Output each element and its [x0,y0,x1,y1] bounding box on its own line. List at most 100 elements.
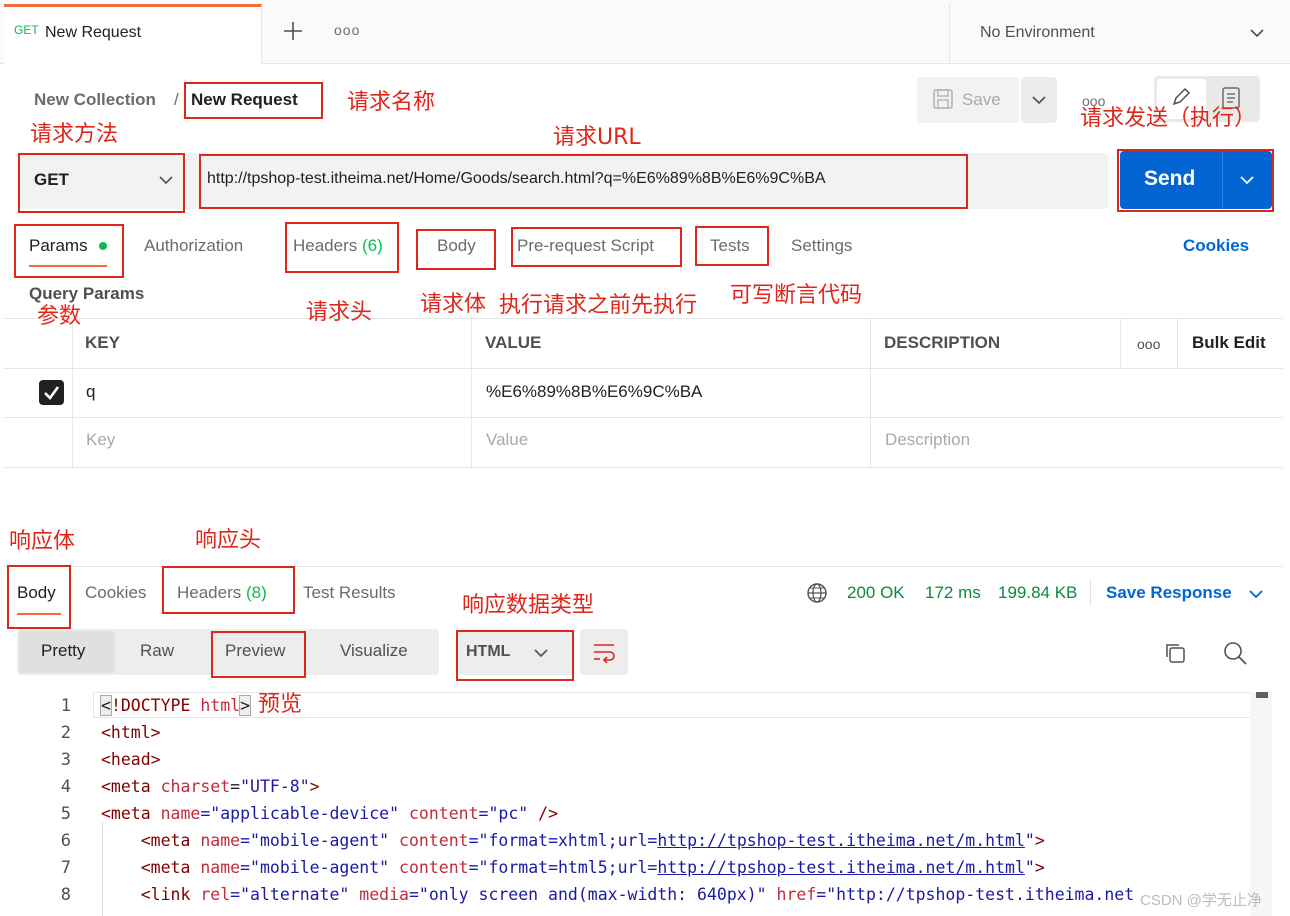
table-divider [1177,318,1178,368]
code-token: ="only screen and(max-width: 640px)" [408,885,777,904]
code-line: <!DOCTYPE html> [100,695,252,716]
code-token: <meta [101,777,161,796]
code-token: " [1024,858,1035,877]
code-token: content [399,858,469,877]
response-size[interactable]: 199.84 KB [998,583,1077,603]
response-status[interactable]: 200 OK [847,583,905,603]
view-mode-visualize[interactable]: Visualize [340,641,408,661]
watermark: CSDN @学无止净 [1140,892,1262,909]
code-token: > [239,695,252,716]
status-divider [1090,580,1091,606]
code-token: " [1024,831,1035,850]
line-number: 4 [60,777,71,797]
code-scrollbar[interactable] [1250,692,1272,916]
annotation-label: 响应头 [195,528,262,553]
code-token: ="pc" [478,804,529,823]
breadcrumb-separator: / [174,90,179,109]
param-key[interactable]: q [86,382,95,402]
code-line: <link rel="alternate" media="only screen… [101,885,1134,904]
line-number: 2 [60,723,71,743]
code-link[interactable]: http://tpshop-test.itheima.net/m.html [657,831,1025,850]
annotation-label: 请求URL [553,125,641,150]
annotation-box [511,227,682,267]
globe-icon[interactable] [806,582,828,604]
annotation-label: 请求体 [420,292,487,317]
code-token: <link [101,885,201,904]
code-line: <meta name="applicable-device" content="… [101,804,558,823]
annotation-box [184,82,323,119]
code-token: > [1034,831,1045,850]
column-header-description: DESCRIPTION [884,333,1001,352]
code-link[interactable]: http://tpshop-test.itheima.net/m.html [657,858,1025,877]
request-tab-method: GET [14,23,39,37]
checkmark-icon [44,386,60,400]
annotation-label: 预览 [258,692,303,717]
more-tabs-icon[interactable]: ooo [334,22,360,38]
line-number: 8 [60,885,71,905]
response-tab-test-results[interactable]: Test Results [303,583,396,603]
code-token: content [408,804,479,823]
code-token: name [160,804,201,823]
wrap-lines-icon [594,644,615,663]
annotation-label: 请求方法 [30,122,119,147]
line-number: 1 [60,696,71,716]
view-mode-pretty[interactable]: Pretty [41,641,85,661]
code-token: <meta [101,831,201,850]
code-token: html [200,696,241,715]
copy-icon[interactable] [1163,641,1187,665]
breadcrumb-collection[interactable]: New Collection [34,90,156,110]
line-number: 6 [60,831,71,851]
annotation-box [416,229,496,270]
bulk-edit-button[interactable]: Bulk Edit [1192,333,1266,353]
annotation-label: 参数 [37,304,82,329]
table-divider [4,368,1283,369]
code-token: ="mobile-agent" [240,831,400,850]
column-header-value: VALUE [485,333,542,352]
annotation-box [695,226,769,266]
new-param-value-input[interactable]: Value [486,430,528,450]
view-mode-raw[interactable]: Raw [140,641,174,661]
code-token: ="format=html5;url= [468,858,658,877]
response-time[interactable]: 172 ms [925,583,981,603]
code-token: rel [200,885,231,904]
code-scrollbar-thumb[interactable] [1256,692,1268,698]
code-token: ="applicable-device" [200,804,409,823]
request-tab-title: New Request [45,24,142,41]
chevron-down-icon [1250,29,1264,38]
plus-icon[interactable] [282,20,304,42]
tab-settings[interactable]: Settings [791,236,852,256]
new-param-key-input[interactable]: Key [86,430,115,450]
annotation-label: 响应数据类型 [462,593,595,618]
response-tab-cookies[interactable]: Cookies [85,583,146,603]
code-token: <head> [101,750,161,769]
code-token: <meta [101,858,201,877]
new-param-description-input[interactable]: Description [885,430,970,450]
annotation-box [199,154,968,209]
annotation-label: 请求发送（执行） [1080,106,1257,131]
annotation-box [7,565,71,629]
code-line: <head> [101,750,161,769]
tab-authorization[interactable]: Authorization [144,236,243,256]
save-response-button[interactable]: Save Response [1106,583,1232,603]
table-divider [471,318,472,468]
code-token: media [359,885,409,904]
code-line: <meta charset="UTF-8"> [101,777,320,796]
code-line: <meta name="mobile-agent" content="forma… [101,858,1045,877]
search-icon[interactable] [1222,640,1248,666]
code-token: ="format=xhtml;url= [468,831,658,850]
annotation-box [18,153,185,213]
code-token: name [200,831,241,850]
code-token: ="http://tpshop-test.itheima.net [816,885,1135,904]
chevron-down-icon [1249,590,1263,599]
code-token: > [1034,858,1045,877]
code-token: <html> [101,723,161,742]
table-more-icon[interactable]: ooo [1137,336,1160,352]
param-value[interactable]: %E6%89%8B%E6%9C%BA [486,382,702,402]
annotation-label: 执行请求之前先执行 [499,293,698,318]
code-token: <meta [101,804,161,823]
cookies-link[interactable]: Cookies [1183,236,1249,256]
annotation-label: 请求头 [306,300,373,325]
annotation-label: 响应体 [9,529,76,554]
code-token: "UTF-8" [240,777,310,796]
code-token: /> [528,804,559,823]
